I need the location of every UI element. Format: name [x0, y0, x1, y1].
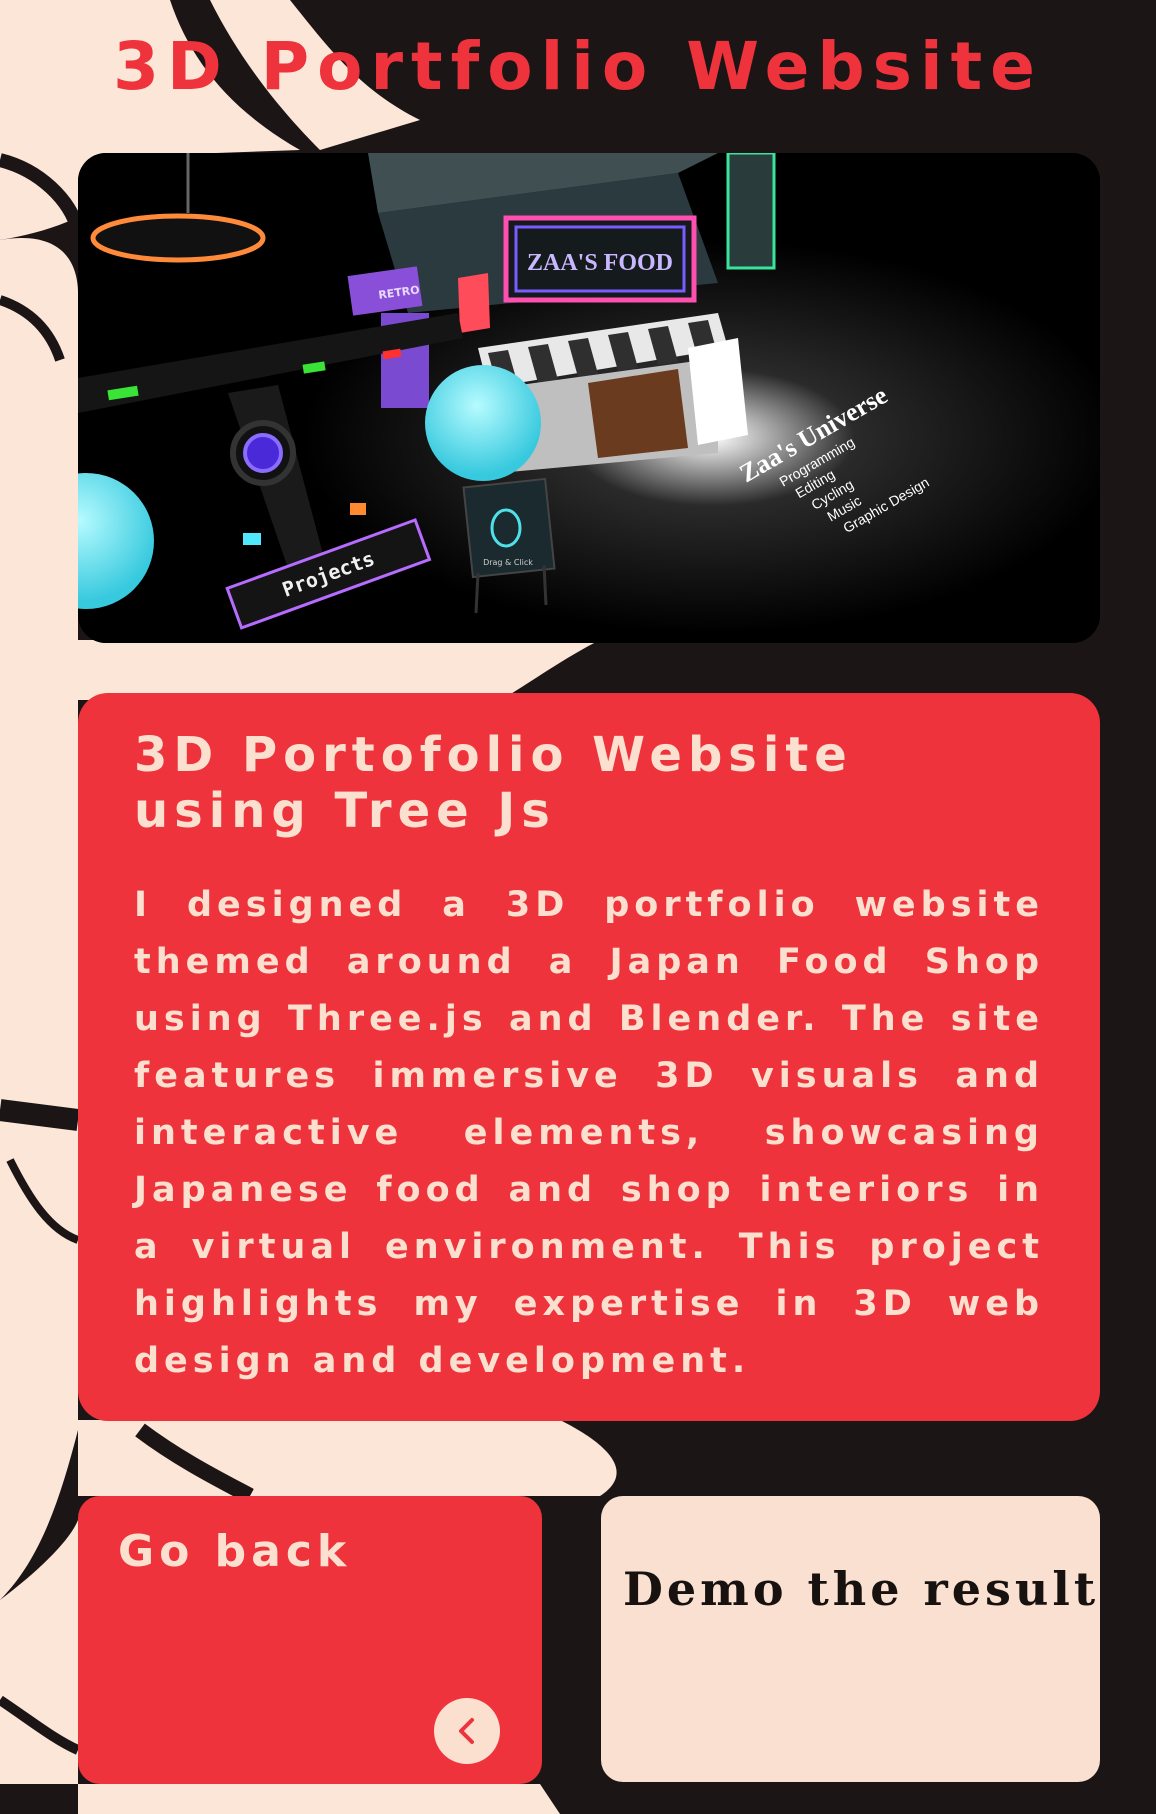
description-body: I designed a 3D portfolio website themed… — [134, 885, 1044, 1381]
chevron-left-icon[interactable] — [434, 1698, 500, 1764]
drag-click-sign: Drag & Click — [483, 558, 533, 567]
demo-result-button[interactable]: Demo the result — [601, 1496, 1100, 1782]
hero-image: ZAA'S FOOD RETRO Projects Drag & Click Z… — [78, 153, 1100, 643]
shop-sign-text: ZAA'S FOOD — [527, 250, 673, 276]
description-card: 3D Portofolio Website using Tree Js I de… — [78, 693, 1100, 1421]
hero-scene: ZAA'S FOOD RETRO Projects Drag & Click Z… — [78, 153, 1100, 643]
page-title: 3D Portfolio Website — [113, 28, 1043, 105]
description-heading: 3D Portofolio Website using Tree Js — [134, 727, 853, 839]
demo-result-label: Demo the result — [623, 1562, 1100, 1616]
go-back-button[interactable]: Go back — [78, 1496, 542, 1784]
go-back-label: Go back — [118, 1526, 352, 1577]
